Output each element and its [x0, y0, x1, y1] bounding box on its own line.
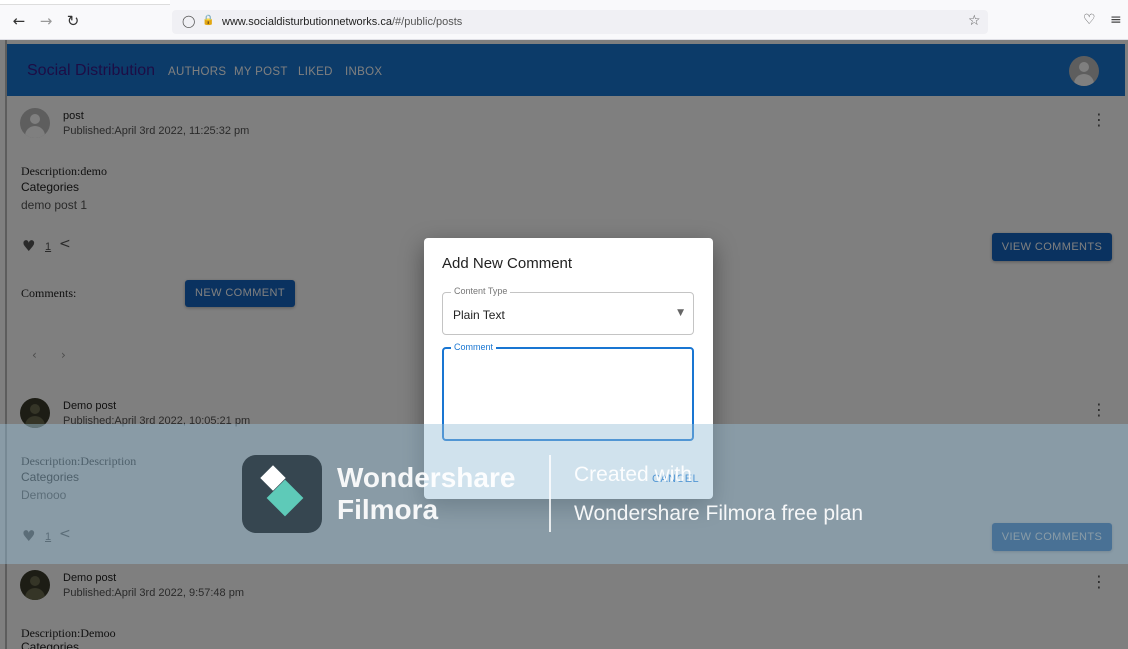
url-text[interactable]: www.socialdisturbutionnetworks.ca/#/publ… — [222, 16, 462, 28]
watermark-created-with: Created with — [574, 463, 692, 486]
watermark-band — [0, 424, 1128, 564]
watermark-divider — [549, 455, 551, 532]
forward-icon[interactable]: → — [37, 12, 55, 30]
browser-toolbar: ← → ↻ ◯ 🔒 www.socialdisturbutionnetworks… — [0, 0, 1128, 40]
shield-icon[interactable]: ◯ — [182, 14, 195, 28]
watermark-plan: Wondershare Filmora free plan — [574, 502, 864, 525]
watermark-brand-line1: Wondershare — [337, 462, 516, 493]
content-type-select[interactable]: Content Type Plain Text ▼ — [442, 286, 694, 335]
content-type-label: Content Type — [451, 286, 511, 296]
lock-icon[interactable]: 🔒 — [202, 15, 214, 26]
pocket-icon[interactable]: ♡ — [1083, 12, 1096, 28]
address-bar[interactable]: ◯ 🔒 www.socialdisturbutionnetworks.ca/#/… — [172, 10, 988, 34]
url-path: /#/public/posts — [391, 16, 463, 28]
url-host: www.socialdisturbutionnetworks.ca — [222, 16, 392, 28]
star-icon[interactable]: ☆ — [968, 13, 981, 29]
browser-tab[interactable] — [0, 0, 170, 5]
comment-label: Comment — [451, 342, 497, 352]
dialog-title: Add New Comment — [442, 255, 573, 272]
filmora-logo — [242, 455, 322, 533]
menu-icon[interactable]: ≡ — [1110, 12, 1122, 28]
reload-icon[interactable]: ↻ — [64, 12, 82, 30]
content-type-value[interactable]: Plain Text — [453, 308, 505, 322]
watermark-brand-line2: Filmora — [337, 494, 439, 525]
dropdown-arrow-icon[interactable]: ▼ — [677, 308, 684, 318]
back-icon[interactable]: ← — [10, 12, 28, 30]
